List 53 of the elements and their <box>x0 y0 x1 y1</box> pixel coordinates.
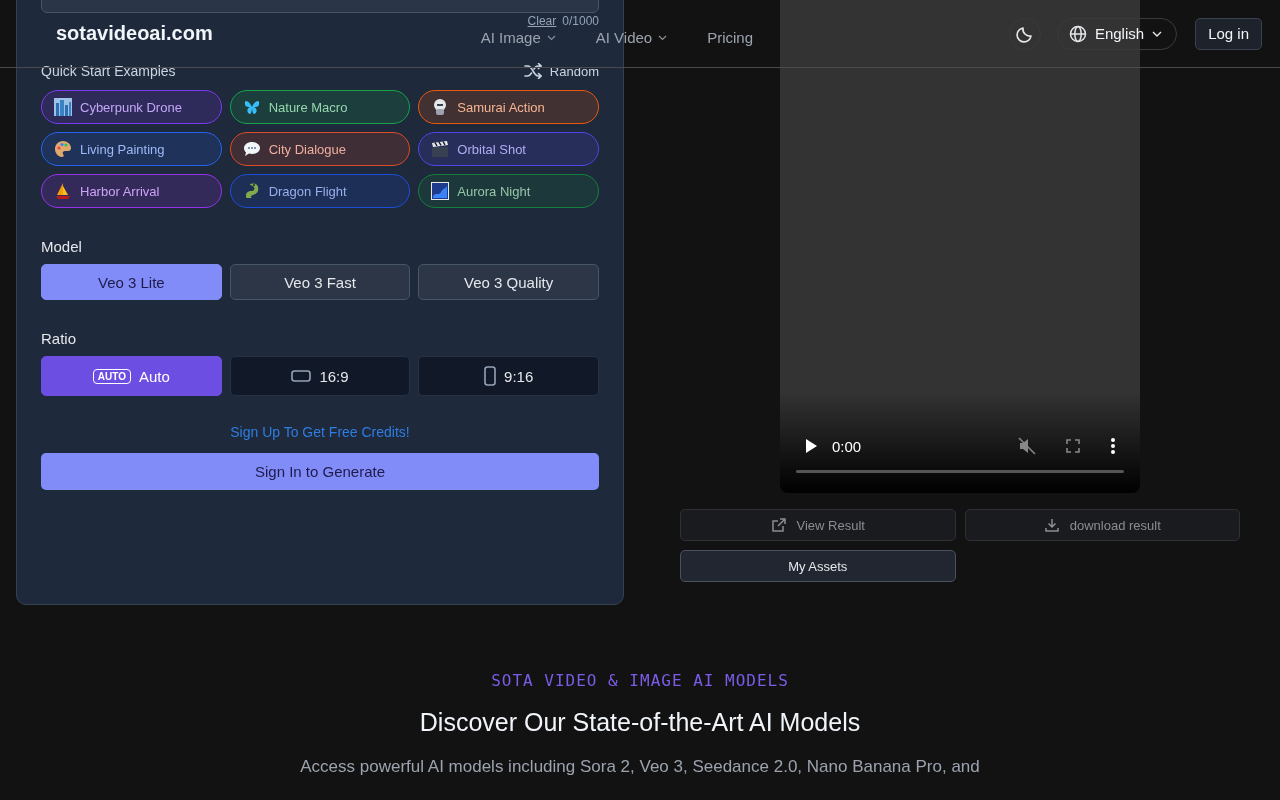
palette-icon <box>54 140 72 158</box>
example-chip[interactable]: Orbital Shot <box>418 132 599 166</box>
site-logo[interactable]: sotavideoai.com <box>56 22 213 45</box>
example-chip[interactable]: Samurai Action <box>418 90 599 124</box>
assets-button[interactable]: My Assets <box>680 550 956 582</box>
section-description: Access powerful AI models including Sora 2, Veo 3, Seedance 2.0, Nano Banana Pro, and <box>299 757 981 777</box>
download-icon <box>1043 517 1060 533</box>
ratio-label: Ratio <box>41 330 78 347</box>
ratio-option[interactable]: AUTO Auto <box>41 356 222 396</box>
clapperboard-icon <box>431 140 450 158</box>
sailboat-icon <box>54 182 72 200</box>
external-link-icon <box>770 517 787 533</box>
model-option[interactable]: Veo 3 Fast <box>229 264 411 300</box>
night-sky-icon <box>431 182 450 200</box>
auto-badge: AUTO <box>92 368 131 384</box>
random-button[interactable]: Random <box>523 63 599 79</box>
speech-bubble-icon <box>242 140 261 158</box>
ratio-option[interactable]: 16:9 <box>229 356 411 396</box>
example-chip[interactable]: Cyberpunk Drone <box>41 90 222 124</box>
portrait-icon <box>484 366 497 386</box>
generate-button[interactable]: Sign In to Generate <box>41 453 599 490</box>
example-chip[interactable]: Living Painting <box>41 132 222 166</box>
muted-icon[interactable] <box>1018 437 1036 455</box>
model-option[interactable]: Veo 3 Lite <box>41 264 222 300</box>
model-label: Model <box>41 238 83 255</box>
chevron-down-icon <box>1152 30 1163 37</box>
progress-track[interactable] <box>796 470 1124 473</box>
butterfly-icon <box>242 98 261 116</box>
section-heading: Discover Our State-of-the-Art AI Models <box>418 708 862 737</box>
landscape-icon <box>291 370 312 382</box>
clear-button[interactable]: Clear <box>527 14 557 28</box>
nav-link[interactable]: AI Image <box>480 29 556 46</box>
example-chip[interactable]: Harbor Arrival <box>41 174 222 208</box>
play-icon[interactable] <box>804 438 818 454</box>
more-icon[interactable] <box>1110 437 1116 455</box>
example-chip[interactable]: Nature Macro <box>229 90 411 124</box>
example-chip[interactable]: Aurora Night <box>418 174 599 208</box>
nav-link[interactable]: Pricing <box>707 29 754 46</box>
example-chip[interactable]: Dragon Flight <box>229 174 411 208</box>
character-counter: 0/1000 <box>562 14 599 28</box>
video-time: 0:00 <box>832 437 862 455</box>
moon-icon <box>1015 24 1034 43</box>
nav-link[interactable]: AI Video <box>595 29 668 46</box>
ratio-option[interactable]: 9:16 <box>418 356 599 396</box>
login-button[interactable]: Log in <box>1195 17 1262 50</box>
model-option[interactable]: Veo 3 Quality <box>418 264 599 300</box>
section-eyebrow: SOTA VIDEO & IMAGE AI MODELS <box>490 671 790 690</box>
buildings-icon <box>54 98 72 116</box>
signup-link[interactable]: Sign Up To Get Free Credits! <box>230 424 410 440</box>
example-chip[interactable]: City Dialogue <box>229 132 411 166</box>
shuffle-icon <box>523 63 542 79</box>
fullscreen-icon[interactable] <box>1066 439 1080 453</box>
globe-icon <box>1068 24 1087 43</box>
